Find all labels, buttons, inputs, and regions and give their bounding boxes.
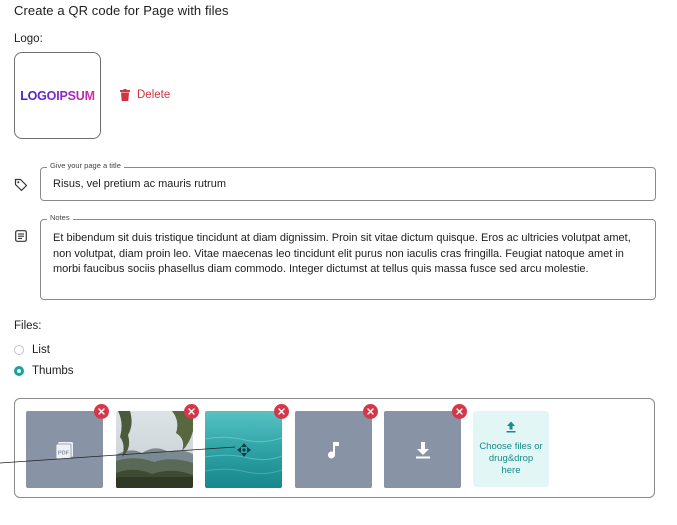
upload-label: Choose files or drug&drop here — [479, 441, 543, 476]
landscape-photo — [116, 411, 193, 488]
page-title-input[interactable]: Risus, vel pretium ac mauris rutrum — [53, 177, 226, 193]
file-thumb-landscape-image[interactable] — [116, 411, 193, 488]
list-radio[interactable] — [14, 345, 24, 355]
close-icon — [188, 408, 195, 415]
upload-dropzone[interactable]: Choose files or drug&drop here — [473, 411, 549, 487]
music-note-icon — [327, 441, 339, 458]
tag-icon — [14, 178, 28, 192]
notes-textarea[interactable]: Et bibendum sit duis tristique tincidunt… — [53, 231, 645, 278]
pdf-icon: PDF — [55, 441, 73, 459]
notes-icon — [15, 230, 27, 242]
download-icon — [415, 441, 430, 458]
logo-label: Logo: — [14, 33, 43, 45]
close-icon — [98, 408, 105, 415]
upload-icon — [506, 421, 516, 433]
page-title: Create a QR code for Page with files — [14, 3, 229, 18]
notes-legend: Notes — [47, 213, 73, 222]
file-thumb-audio[interactable] — [295, 411, 372, 488]
remove-file-button[interactable] — [274, 404, 289, 419]
files-label: Files: — [14, 320, 42, 332]
thumbs-radio-label: Thumbs — [32, 365, 74, 377]
list-radio-label: List — [32, 344, 50, 356]
close-icon — [456, 408, 463, 415]
remove-file-button[interactable] — [184, 404, 199, 419]
close-icon — [278, 408, 285, 415]
file-thumb-pdf[interactable]: PDF — [26, 411, 103, 488]
page-title-legend: Give your page a title — [47, 161, 124, 170]
delete-label: Delete — [137, 89, 171, 101]
pdf-icon-text: PDF — [57, 450, 69, 456]
view-option-thumbs[interactable]: Thumbs — [14, 365, 74, 377]
thumbs-radio[interactable] — [14, 366, 24, 376]
logo-image-text: LOGOIPSUM — [20, 88, 95, 103]
notes-field[interactable]: Notes Et bibendum sit duis tristique tin… — [40, 213, 656, 300]
file-thumb-water-image[interactable] — [205, 411, 282, 488]
logo-preview[interactable]: LOGOIPSUM — [14, 52, 101, 139]
page-title-field[interactable]: Give your page a title Risus, vel pretiu… — [40, 161, 656, 201]
remove-file-button[interactable] — [363, 404, 378, 419]
close-icon — [367, 408, 374, 415]
water-photo — [205, 411, 282, 488]
delete-logo-button[interactable]: Delete — [120, 89, 170, 101]
remove-file-button[interactable] — [94, 404, 109, 419]
remove-file-button[interactable] — [452, 404, 467, 419]
file-thumb-download[interactable] — [384, 411, 461, 488]
trash-icon — [120, 89, 130, 101]
view-option-list[interactable]: List — [14, 344, 50, 356]
